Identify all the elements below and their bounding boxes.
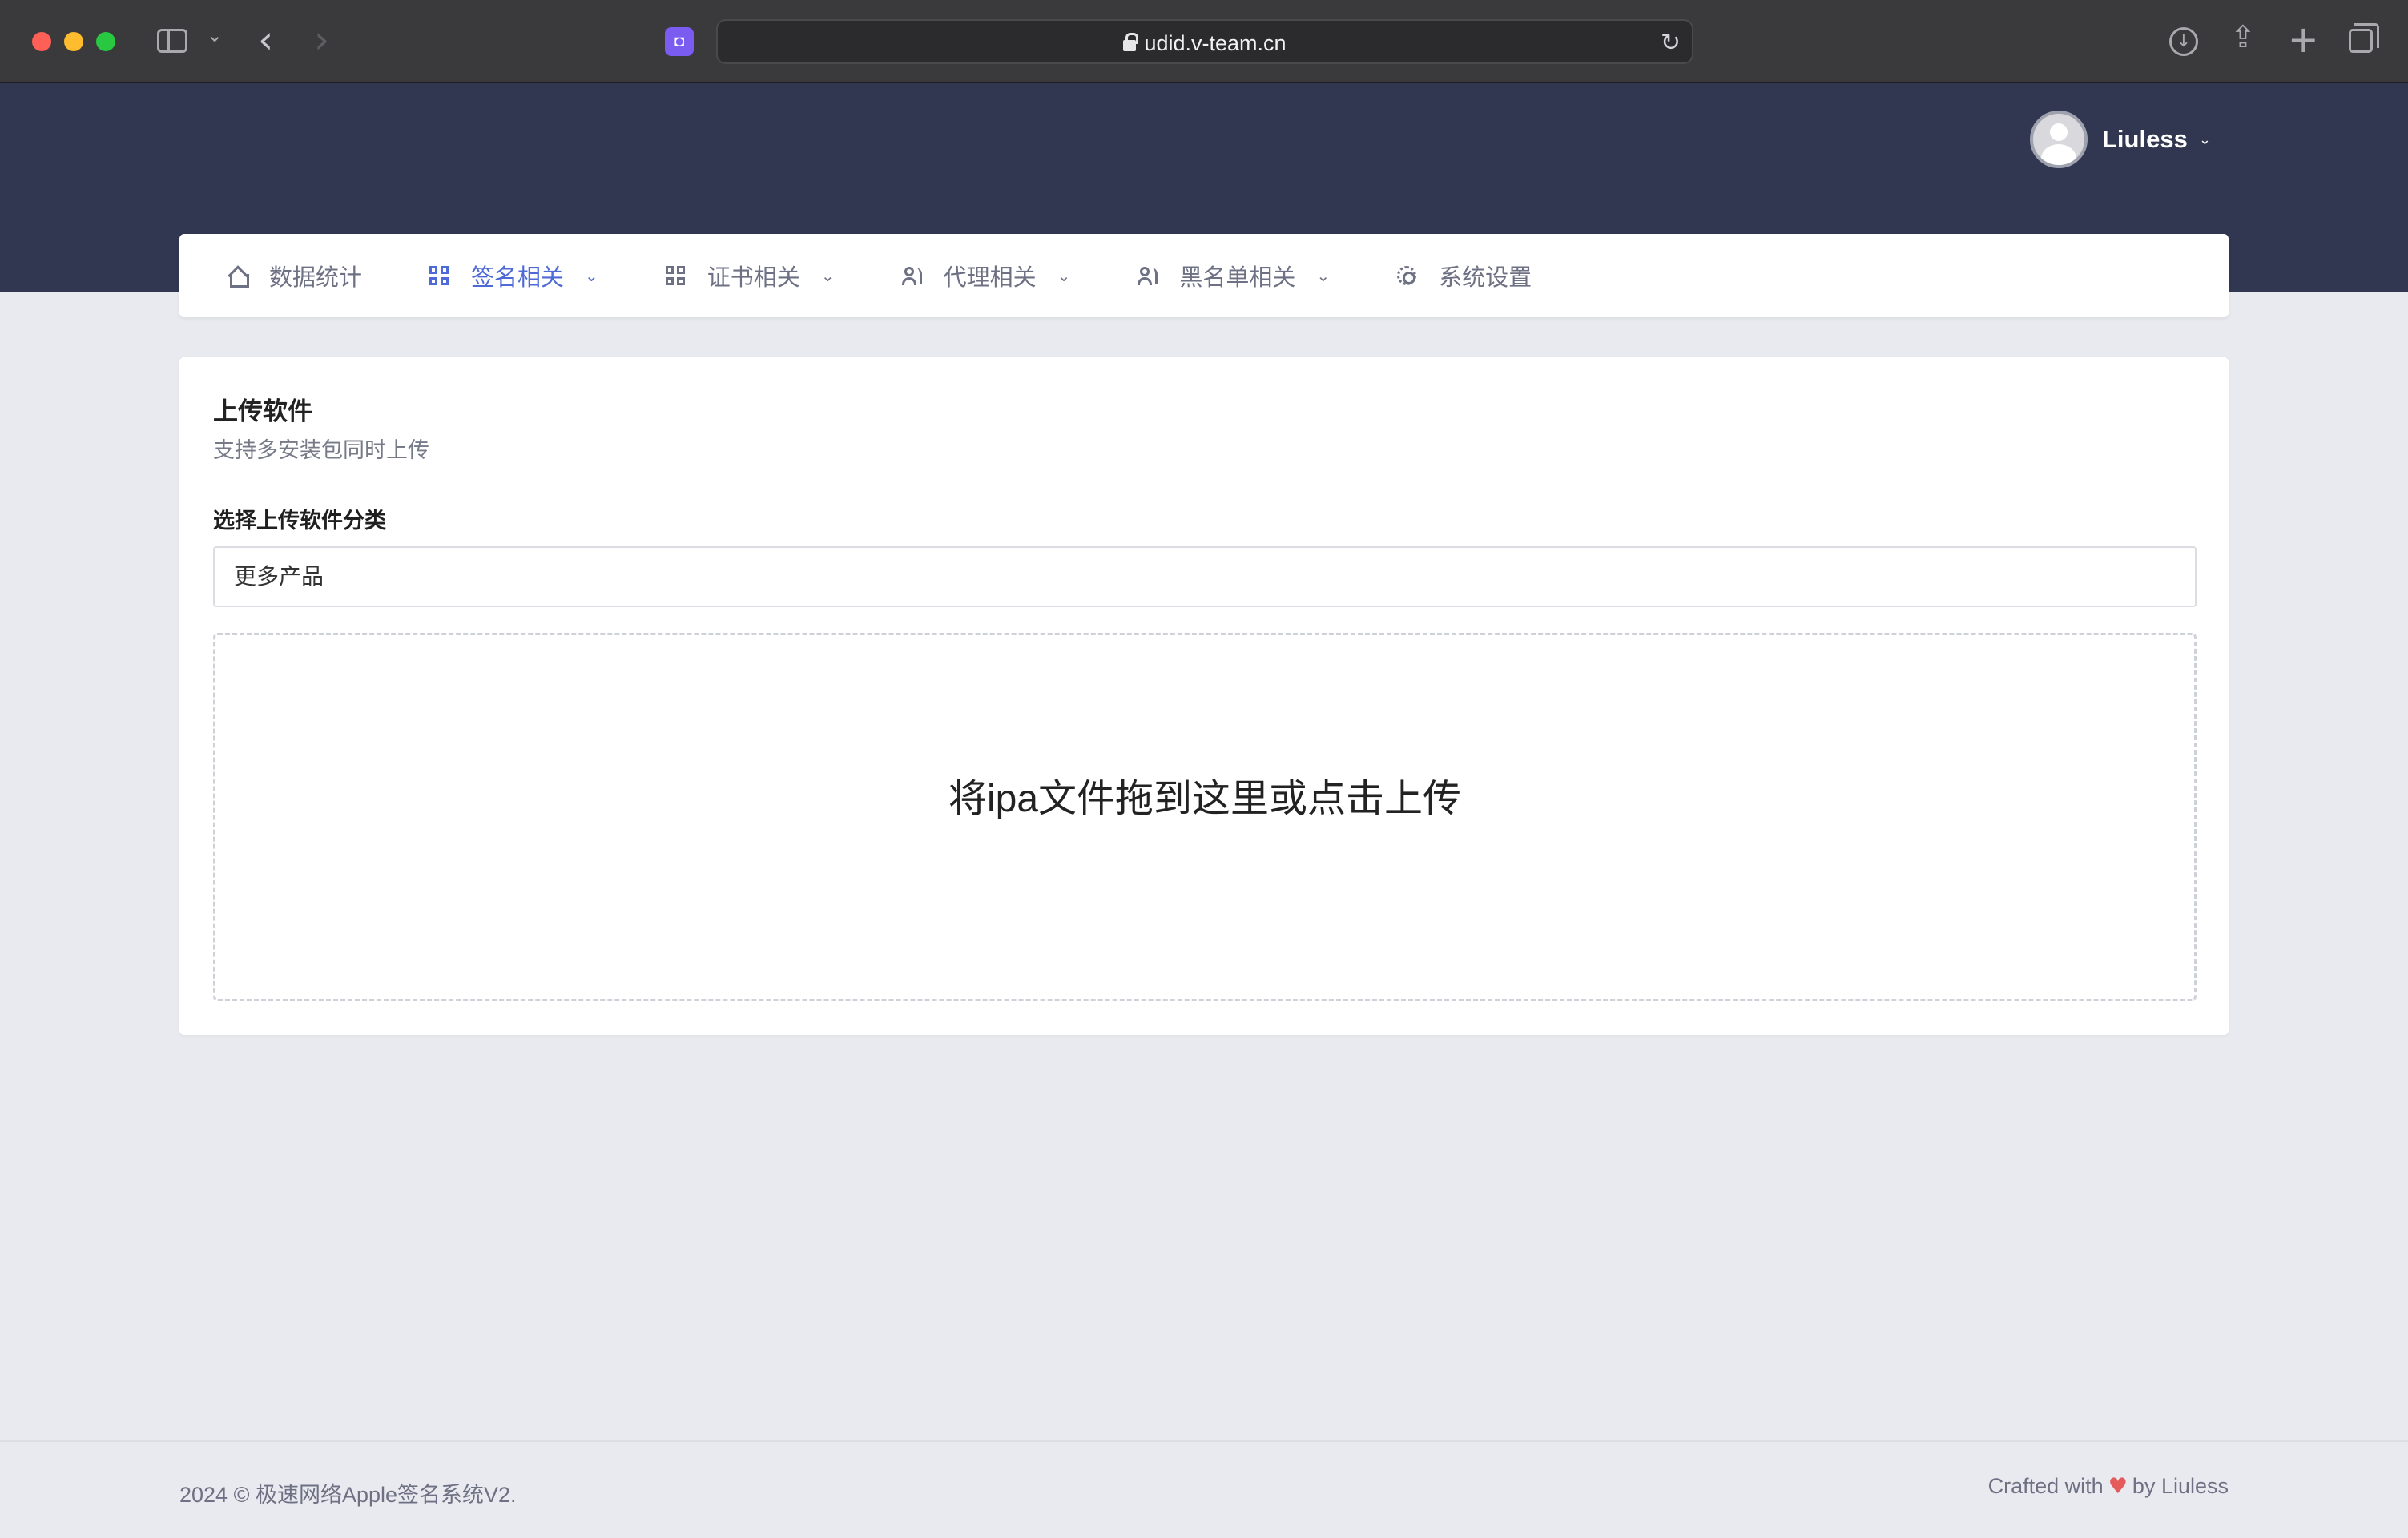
nav-item-label: 代理相关 (943, 265, 1037, 291)
card-title: 上传软件 (213, 397, 312, 425)
heart-icon: ♥ (2108, 1474, 2128, 1499)
chevron-down-icon: ⌄ (585, 266, 598, 285)
chevron-down-icon[interactable]: ⌄ (2199, 131, 2211, 148)
user-menu[interactable]: Liuless ⌄ (2030, 111, 2211, 168)
card-subtitle: 支持多安装包同时上传 (213, 438, 429, 462)
browser-toolbar: ⌄ ‹ › ◘ udid.v-team.cn ↻ ↓ ⇪ + (0, 0, 2408, 83)
extension-icon[interactable]: ◘ (665, 27, 694, 56)
ipa-dropzone[interactable]: 将ipa文件拖到这里或点击上传 (213, 633, 2197, 1001)
footer-copyright: 2024 © 极速网络Apple签名系统V2. (179, 1483, 517, 1507)
address-bar[interactable]: udid.v-team.cn ↻ (716, 19, 1693, 64)
nav-item-label: 系统设置 (1439, 265, 1532, 291)
upload-card: 上传软件 支持多安装包同时上传 选择上传软件分类 更多产品 将ipa文件拖到这里… (179, 357, 2229, 1035)
footer: 2024 © 极速网络Apple签名系统V2. Crafted with ♥ by … (0, 1440, 2408, 1538)
nav-item-blacklist[interactable]: 黑名单相关 ⌄ (1138, 234, 1330, 317)
users-icon (901, 266, 922, 285)
tab-overview-icon[interactable] (2349, 23, 2379, 53)
nav-item-signing[interactable]: 签名相关 ⌄ (429, 234, 598, 317)
share-icon[interactable]: ⇪ (2230, 19, 2256, 54)
nav-item-label: 签名相关 (471, 265, 565, 291)
url-text: udid.v-team.cn (1144, 31, 1287, 55)
grid-icon (665, 266, 685, 285)
chevron-down-icon: ⌄ (820, 266, 835, 285)
crafted-suffix: by Liuless (2132, 1474, 2229, 1498)
minimize-window-button[interactable] (64, 32, 83, 51)
crafted-prefix: Crafted with (1987, 1474, 2104, 1498)
dropzone-text: 将ipa文件拖到这里或点击上传 (948, 778, 1462, 820)
nav-item-certificates[interactable]: 证书相关 ⌄ (665, 234, 835, 317)
avatar[interactable] (2030, 111, 2088, 168)
reload-icon[interactable]: ↻ (1661, 29, 1681, 57)
gear-icon (1397, 266, 1417, 285)
chevron-down-icon: ⌄ (1057, 266, 1071, 285)
close-window-button[interactable] (32, 32, 51, 51)
category-select[interactable]: 更多产品 (213, 546, 2197, 607)
forward-arrow-icon[interactable]: › (314, 18, 329, 62)
back-arrow-icon[interactable]: ‹ (258, 18, 273, 62)
nav-item-label: 黑名单相关 (1179, 265, 1296, 291)
new-tab-icon[interactable]: + (2288, 18, 2319, 61)
nav-item-settings[interactable]: 系统设置 (1397, 234, 1532, 317)
home-icon (228, 267, 249, 288)
nav-item-agents[interactable]: 代理相关 ⌄ (901, 234, 1071, 317)
users-icon (1138, 266, 1158, 285)
fullscreen-window-button[interactable] (96, 32, 115, 51)
nav-item-label: 数据统计 (269, 265, 363, 291)
download-icon[interactable]: ↓ (2169, 27, 2198, 56)
chevron-down-icon[interactable]: ⌄ (207, 24, 223, 46)
sidebar-toggle-icon[interactable] (157, 29, 187, 53)
user-name[interactable]: Liuless (2102, 125, 2188, 154)
category-label: 选择上传软件分类 (213, 509, 386, 533)
nav-item-label: 证书相关 (707, 265, 800, 291)
nav-item-stats[interactable]: 数据统计 (228, 234, 362, 317)
lock-icon (1123, 33, 1139, 51)
main-nav: 数据统计 签名相关 ⌄ 证书相关 ⌄ 代理相关 ⌄ 黑名单相关 ⌄ 系统设置 (179, 234, 2229, 317)
footer-credits: Crafted with ♥ by Liuless (1988, 1474, 2229, 1499)
chevron-down-icon: ⌄ (1316, 266, 1331, 285)
grid-icon (429, 266, 449, 285)
